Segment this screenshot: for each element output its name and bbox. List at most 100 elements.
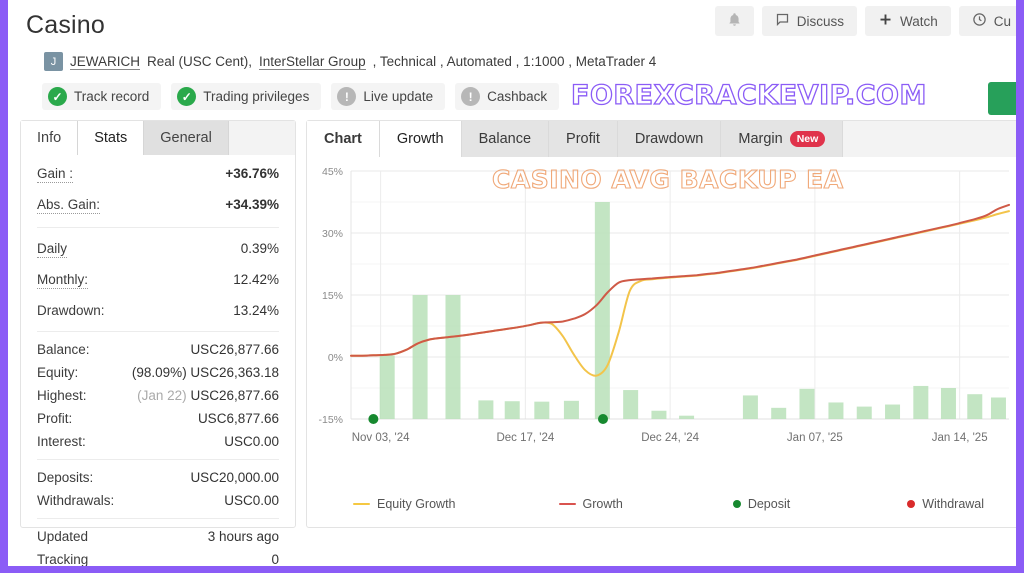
- discuss-button[interactable]: Discuss: [761, 6, 857, 36]
- legend-withdrawal[interactable]: Withdrawal: [907, 497, 984, 511]
- growth-chart[interactable]: 45% 30% 15% 0% -15% Nov 03, '24 Dec 17, '24 Dec…: [307, 157, 1016, 487]
- tab-general[interactable]: General: [144, 121, 229, 155]
- legend-dot-icon: [907, 500, 916, 508]
- svg-text:45%: 45%: [322, 166, 343, 178]
- stat-row-interest: Interest: USC0.00: [37, 430, 279, 453]
- divider: [37, 331, 279, 332]
- stat-row-highest: Highest: (Jan 22) USC26,877.66: [37, 384, 279, 407]
- tab-stats[interactable]: Stats: [78, 121, 145, 155]
- stat-row-tracking: Tracking 0: [37, 548, 279, 566]
- stat-label: Interest:: [37, 434, 86, 449]
- stat-label: Equity:: [37, 365, 79, 380]
- stat-row-balance: Balance: USC26,877.66: [37, 338, 279, 361]
- app-root: Casino Discuss Watch Cu J JEWARICH Real …: [8, 0, 1016, 566]
- tab-balance[interactable]: Balance: [461, 121, 550, 157]
- stat-label: Gain :: [37, 166, 74, 183]
- svg-text:Jan 07, '25: Jan 07, '25: [787, 432, 843, 444]
- stat-label: Monthly:: [37, 272, 89, 289]
- stats-list: Gain : +36.76% Abs. Gain: +34.39% Daily …: [21, 155, 295, 566]
- legend-dot-icon: [732, 500, 741, 508]
- stat-value: 0: [271, 552, 279, 566]
- stat-value: USC26,877.66: [190, 342, 279, 357]
- tab-profit-label: Profit: [566, 131, 600, 147]
- tab-drawdown-label: Drawdown: [634, 131, 704, 147]
- page-header: Casino Discuss Watch Cu J JEWARICH Real …: [8, 0, 1016, 115]
- chart-canvas: CASINO AVG BACKUP EA 45% 30% 15% 0% -15% Nov …: [307, 157, 1016, 517]
- divider: [37, 459, 279, 460]
- status-badge[interactable]: ✓ Track record: [42, 83, 162, 110]
- legend-label: Growth: [582, 497, 623, 511]
- tab-profit[interactable]: Profit: [549, 121, 618, 157]
- clock-icon: [972, 12, 987, 30]
- stat-row-abs-gain: Abs. Gain: +34.39%: [37, 190, 279, 221]
- legend-line-icon: [353, 502, 370, 506]
- stat-value: USC0.00: [224, 434, 279, 449]
- comment-icon: [775, 12, 790, 30]
- balance-group: Balance: USC26,877.66 Equity: (98.09%) U…: [37, 338, 279, 453]
- legend-label: Withdrawal: [922, 497, 985, 511]
- custom-button[interactable]: Cu: [958, 6, 1016, 36]
- tab-growth-label: Growth: [396, 131, 444, 147]
- badge-label: Trading privileges: [203, 89, 310, 104]
- stat-label: Balance:: [37, 342, 90, 357]
- stat-row-updated: Updated 3 hours ago: [37, 525, 279, 548]
- highest-date: (Jan 22): [137, 388, 187, 403]
- tab-growth[interactable]: Growth: [379, 121, 462, 157]
- status-badge[interactable]: ✓ Trading privileges: [171, 83, 322, 110]
- chart-legend: Equity Growth Growth Deposit Withdrawal: [307, 497, 1016, 511]
- status-badge[interactable]: ! Cashback: [455, 83, 560, 110]
- stat-row-drawdown: Drawdown: 13.24%: [37, 296, 279, 325]
- tab-balance-label: Balance: [478, 131, 532, 147]
- chart-tabs-filler: [843, 121, 1016, 157]
- chart-tabs: Chart Growth Balance Profit Drawdown Mar…: [307, 121, 1016, 157]
- stat-label: Profit:: [37, 411, 73, 426]
- cashflow-group: Deposits: USC20,000.00 Withdrawals: USC0…: [37, 466, 279, 512]
- tab-info[interactable]: Info: [21, 121, 79, 155]
- badge-label: Track record: [74, 89, 150, 104]
- svg-text:15%: 15%: [322, 290, 343, 302]
- header-actions: Discuss Watch Cu: [714, 6, 1016, 36]
- tab-margin-label: Margin: [738, 131, 783, 147]
- stat-label: Daily: [37, 241, 68, 258]
- badge-label: Cashback: [487, 89, 548, 104]
- bell-icon: [727, 12, 742, 30]
- stat-label: Drawdown:: [37, 303, 105, 318]
- tab-margin[interactable]: Margin New: [721, 121, 844, 157]
- check-circle-icon: ✓: [177, 87, 197, 106]
- stat-row-daily: Daily 0.39%: [37, 234, 279, 265]
- stat-value: +36.76%: [225, 166, 279, 181]
- tab-drawdown[interactable]: Drawdown: [617, 121, 722, 157]
- status-badge[interactable]: ! Live update: [331, 83, 446, 110]
- svg-text:Jan 14, '25: Jan 14, '25: [932, 432, 988, 444]
- notifications-button[interactable]: [714, 6, 754, 36]
- stat-value: USC6,877.66: [197, 411, 279, 426]
- stat-label: Highest:: [37, 388, 87, 403]
- check-circle-icon: ✓: [48, 87, 67, 106]
- watch-button[interactable]: Watch: [864, 6, 951, 36]
- broker-link[interactable]: InterStellar Group: [259, 54, 366, 70]
- account-summary: J JEWARICH Real (USC Cent), InterStellar…: [44, 52, 1016, 71]
- stat-label: Tracking: [37, 552, 89, 566]
- tab-chart-label: Chart: [324, 131, 362, 147]
- legend-equity-growth[interactable]: Equity Growth: [353, 497, 456, 511]
- stat-value: (Jan 22) USC26,877.66: [137, 388, 279, 403]
- green-action-button[interactable]: [988, 82, 1016, 115]
- stat-label: Abs. Gain:: [37, 197, 101, 214]
- stats-tabs: Info Stats General: [21, 121, 295, 155]
- exclamation-circle-icon: !: [337, 87, 357, 106]
- tab-chart[interactable]: Chart: [307, 121, 380, 157]
- account-name-link[interactable]: JEWARICH: [70, 54, 140, 70]
- svg-text:Nov 03, '24: Nov 03, '24: [352, 432, 410, 444]
- legend-label: Deposit: [747, 497, 791, 511]
- chart-panel: Chart Growth Balance Profit Drawdown Mar…: [306, 120, 1016, 528]
- divider: [37, 518, 279, 519]
- stat-row-deposits: Deposits: USC20,000.00: [37, 466, 279, 489]
- exclamation-circle-icon: !: [461, 87, 481, 106]
- legend-growth[interactable]: Growth: [558, 497, 623, 511]
- stat-value: 13.24%: [233, 303, 279, 318]
- stat-row-gain: Gain : +36.76%: [37, 159, 279, 190]
- site-watermark: FOREXCRACKEVIP.COM: [570, 79, 927, 111]
- legend-deposit[interactable]: Deposit: [732, 497, 791, 511]
- stat-label: Updated: [37, 529, 89, 544]
- stat-label: Withdrawals:: [37, 493, 115, 508]
